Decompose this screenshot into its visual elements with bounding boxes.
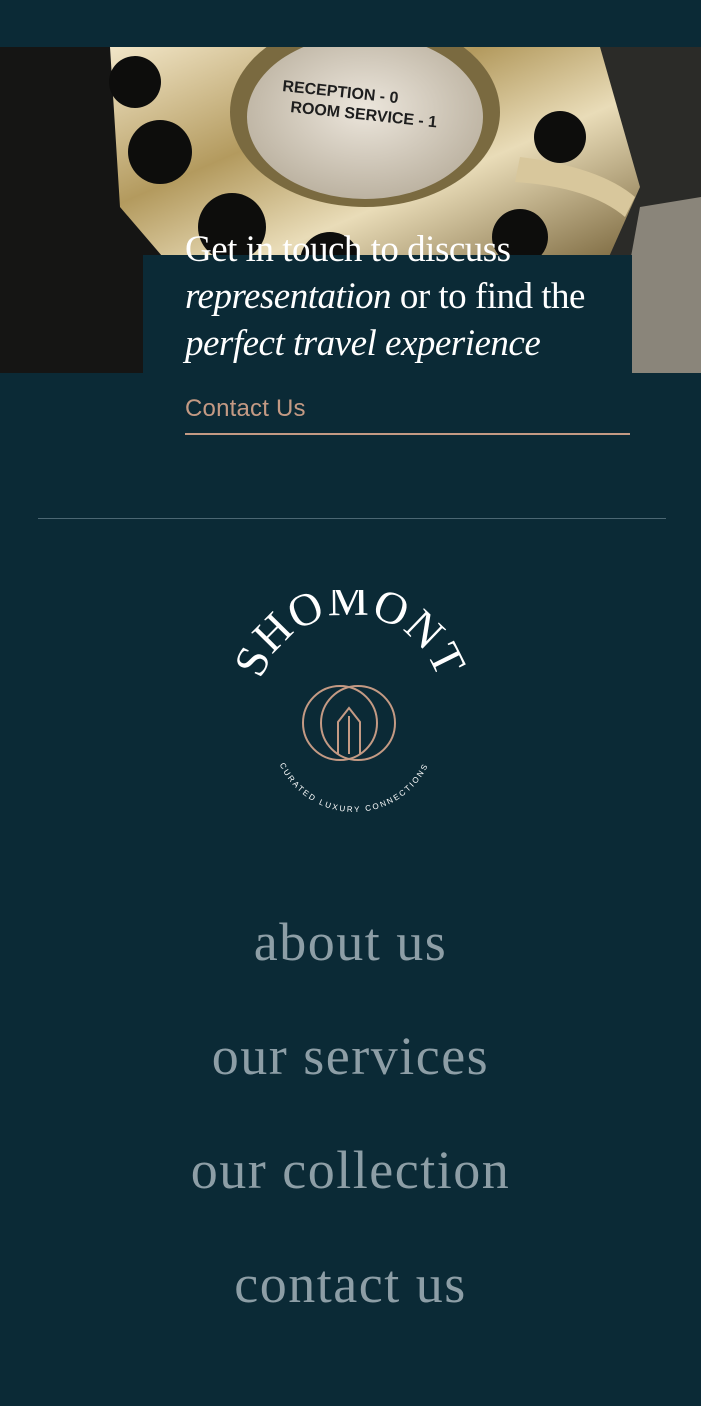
- nav-link-our-services[interactable]: our services: [0, 1019, 701, 1133]
- headline-line1: Get in touch to discuss: [185, 229, 511, 270]
- nav-link-our-collection[interactable]: our collection: [0, 1133, 701, 1247]
- section-divider: [38, 518, 666, 519]
- logo-wordmark: SHOMONT: [230, 590, 470, 684]
- contact-us-label: Contact Us: [185, 395, 306, 422]
- logo-tagline: CURATED LUXURY CONNECTIONS: [278, 761, 430, 814]
- headline-line2-rest: or to find the: [391, 276, 586, 317]
- nav-link-about-us[interactable]: about us: [0, 905, 701, 1019]
- shomont-logo[interactable]: SHOMONT CURATED LUXURY CONNECTIONS: [230, 590, 470, 820]
- nav-link-contact-us[interactable]: contact us: [0, 1247, 701, 1361]
- headline-italic-travel: perfect travel experience: [185, 323, 541, 364]
- double-ring-house-icon: [302, 685, 396, 761]
- footer-navigation: about us our services our collection con…: [0, 905, 701, 1361]
- contact-us-button[interactable]: Contact Us: [185, 395, 630, 435]
- headline-italic-representation: representation: [185, 276, 392, 317]
- headline: Get in touch to discuss representation o…: [185, 226, 655, 367]
